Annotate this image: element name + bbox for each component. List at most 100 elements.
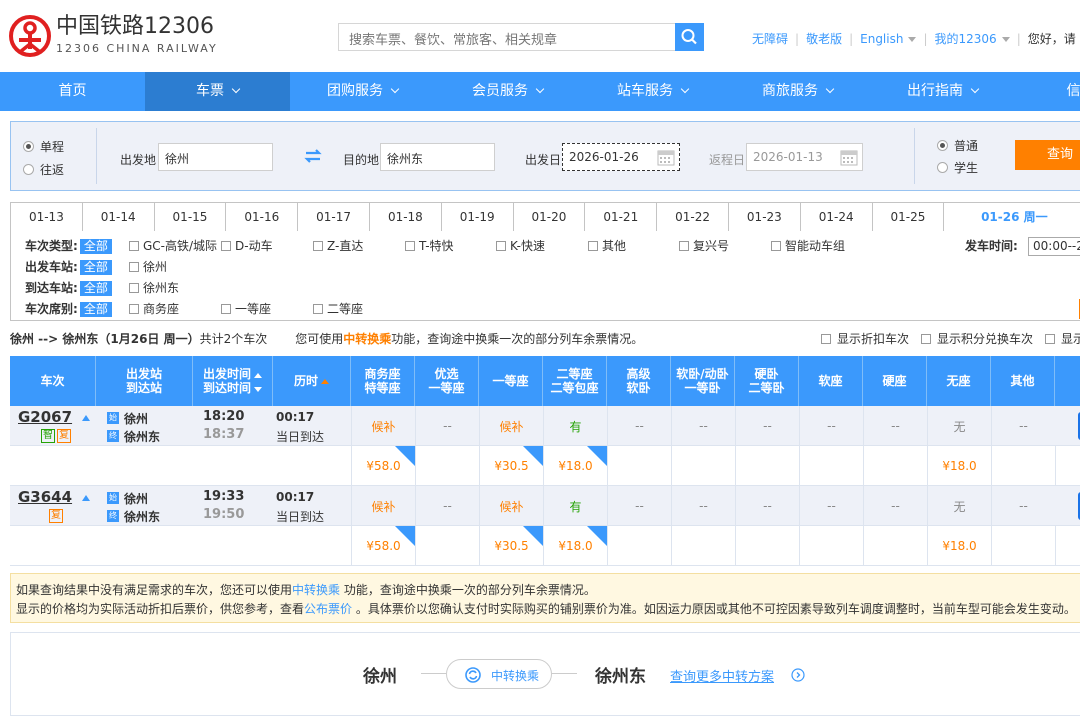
trip-round-radio[interactable]: 往返 [23, 161, 64, 178]
my12306-link[interactable]: 我的12306 [935, 32, 997, 46]
site-search-button[interactable] [675, 23, 704, 51]
seat-first[interactable]: 候补 [479, 486, 543, 526]
show-points-checkbox[interactable]: 显示积分兑换车次 [921, 332, 1039, 346]
filter-to-station[interactable]: 徐州东 [129, 279, 179, 296]
duration-value: 00:17 [276, 410, 315, 424]
from-station[interactable]: 徐州 [124, 410, 148, 427]
nav-item-member[interactable]: 会员服务 [435, 72, 580, 111]
train-detail-toggle-icon[interactable] [82, 415, 90, 421]
transfer-link[interactable]: 中转换乘 [292, 583, 340, 597]
train-number-link[interactable]: G2067 [18, 408, 72, 426]
filter-type-fuxing[interactable]: 复兴号 [679, 237, 729, 254]
elder-mode-link[interactable]: 敬老版 [806, 32, 842, 46]
query-button[interactable]: 查询 [1015, 140, 1080, 170]
filter-seat-first[interactable]: 一等座 [221, 300, 271, 317]
price-no-seat: ¥18.0 [927, 446, 991, 486]
nav-item-station[interactable]: 站车服务 [580, 72, 725, 111]
language-link[interactable]: English [860, 32, 903, 46]
train-number-link[interactable]: G3644 [18, 488, 72, 506]
to-station[interactable]: 徐州东 [124, 428, 160, 445]
date-tab[interactable]: 01-25 [873, 203, 945, 231]
seat-business[interactable]: 候补 [351, 486, 415, 526]
notice-text: 如果查询结果中没有满足需求的车次，您还可以使用 [16, 583, 293, 597]
seat-second[interactable]: 有 [543, 406, 607, 446]
date-tab[interactable]: 01-17 [298, 203, 370, 231]
end-station-icon: 终 [107, 510, 119, 522]
from-station-input[interactable]: 徐州 [158, 143, 273, 171]
to-station[interactable]: 徐州东 [124, 508, 160, 525]
col-time[interactable]: 出发时间 到达时间 [193, 356, 273, 406]
filter-all-button[interactable]: 全部 [79, 281, 112, 296]
seat-first[interactable]: 候补 [479, 406, 543, 446]
chevron-right-circle-icon[interactable] [791, 668, 805, 682]
filter-all-button[interactable]: 全部 [79, 302, 112, 317]
depart-date-input[interactable]: 2026-01-26 [562, 143, 680, 171]
col-soft-seat: 软座 [799, 356, 863, 406]
filter-type-k[interactable]: K-快速 [496, 237, 545, 254]
filter-type-z[interactable]: Z-直达 [313, 237, 363, 254]
date-tab[interactable]: 01-20 [514, 203, 586, 231]
seat-second[interactable]: 有 [543, 486, 607, 526]
filter-type-gc[interactable]: GC-高铁/城际 [129, 237, 217, 254]
date-tab[interactable]: 01-21 [585, 203, 658, 231]
option-label: 显示折扣车次 [837, 332, 910, 346]
nav-item-group[interactable]: 团购服务 [290, 72, 435, 111]
nav-label: 出行指南 [907, 83, 963, 99]
swap-stations-icon[interactable] [304, 149, 322, 163]
date-tab[interactable]: 01-15 [155, 203, 227, 231]
filter-type-d[interactable]: D-动车 [221, 237, 273, 254]
published-fare-link[interactable]: 公布票价 [304, 602, 352, 616]
trip-oneway-radio[interactable]: 单程 [23, 138, 64, 155]
brand: 中国铁路12306 12306 CHINA RAILWAY [56, 14, 218, 55]
nav-item-business[interactable]: 商旅服务 [725, 72, 870, 111]
end-station-icon: 终 [107, 430, 119, 442]
date-tab[interactable]: 01-23 [729, 203, 801, 231]
train-detail-toggle-icon[interactable] [82, 495, 90, 501]
seat-business[interactable]: 候补 [351, 406, 415, 446]
return-date-label: 返程日 [709, 153, 746, 167]
nav-label: 车票 [196, 83, 224, 99]
depart-time-select[interactable]: 00:00--24:00 [1028, 237, 1080, 256]
from-station[interactable]: 徐州 [124, 490, 148, 507]
filter-seat-second[interactable]: 二等座 [313, 300, 363, 317]
date-tab[interactable]: 01-19 [442, 203, 514, 231]
date-tab[interactable]: 01-22 [657, 203, 729, 231]
show-all-checkbox[interactable]: 显示全 [1045, 332, 1080, 346]
filter-type-smart[interactable]: 智能动车组 [771, 237, 845, 254]
date-tab[interactable]: 01-13 [11, 203, 83, 231]
col-label: 二等座 [556, 367, 593, 381]
date-tab[interactable]: 01-16 [226, 203, 299, 231]
filter-type-other[interactable]: 其他 [588, 237, 626, 254]
divider: | [849, 32, 854, 46]
filter-option-label: K-快速 [510, 239, 545, 253]
filter-type-t[interactable]: T-特快 [405, 237, 454, 254]
nav-item-guide[interactable]: 出行指南 [870, 72, 1015, 111]
calendar-icon[interactable] [840, 148, 858, 166]
return-date-input[interactable]: 2026-01-13 [746, 143, 863, 171]
nav-item-info[interactable]: 信息查 [1015, 72, 1080, 111]
to-station-input[interactable]: 徐州东 [380, 143, 495, 171]
nav-item-home[interactable]: 首页 [0, 72, 145, 111]
date-tab[interactable]: 01-24 [801, 203, 873, 231]
date-tabs: 01-13 01-14 01-15 01-16 01-17 01-18 01-1… [10, 202, 1080, 232]
accessible-link[interactable]: 无障碍 [752, 32, 788, 46]
site-search-input[interactable]: 搜索车票、餐饮、常旅客、相关规章 [338, 23, 675, 51]
show-discount-checkbox[interactable]: 显示折扣车次 [821, 332, 915, 346]
filter-from-station[interactable]: 徐州 [129, 258, 167, 275]
transfer-link[interactable]: 中转换乘 [343, 332, 391, 346]
filter-all-button[interactable]: 全部 [79, 260, 112, 275]
more-transfer-link[interactable]: 查询更多中转方案 [670, 666, 774, 685]
transfer-button[interactable]: 中转换乘 [446, 659, 552, 689]
date-tab-active[interactable]: 01-26 周一 [944, 203, 1080, 231]
date-tab[interactable]: 01-14 [83, 203, 155, 231]
col-duration[interactable]: 历时 [273, 356, 351, 406]
calendar-icon[interactable] [657, 148, 675, 166]
filter-all-button[interactable]: 全部 [79, 239, 112, 254]
date-tab[interactable]: 01-18 [370, 203, 442, 231]
filter-seat-business[interactable]: 商务座 [129, 300, 179, 317]
passenger-student-radio[interactable]: 学生 [937, 159, 978, 176]
nav-item-tickets[interactable]: 车票 [145, 72, 290, 111]
option-label: 显示积分兑换车次 [937, 332, 1034, 346]
railway-logo-icon[interactable] [8, 14, 52, 58]
passenger-normal-radio[interactable]: 普通 [937, 137, 978, 154]
